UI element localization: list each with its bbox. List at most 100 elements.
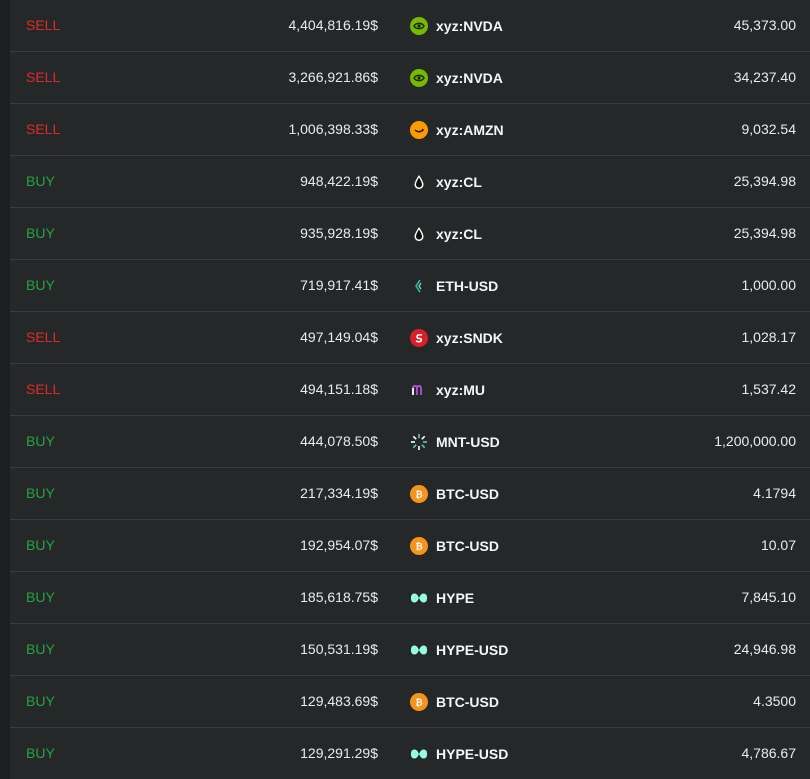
nvda-icon [410, 16, 428, 35]
table-row[interactable]: BUY 719,917.41$ ETH-USD 1,000.00 [10, 260, 810, 312]
hype-icon [410, 641, 428, 659]
asset-name: HYPE [436, 589, 475, 606]
asset-name: xyz:SNDK [436, 329, 503, 346]
trade-quantity: 4.1794 [753, 485, 796, 501]
btc-icon: ₿ [410, 484, 428, 503]
table-row[interactable]: SELL 3,266,921.86$ xyz:NVDA 34,237.40 [10, 52, 810, 104]
table-row[interactable]: BUY 129,291.29$ HYPE-USD 4,786.67 [10, 728, 810, 779]
eth-icon [410, 277, 428, 295]
asset-name: xyz:CL [436, 225, 482, 242]
sndk-icon [410, 328, 428, 347]
trade-value: 192,954.07$ [300, 537, 378, 553]
trade-side: BUY [26, 693, 55, 709]
asset-name: xyz:CL [436, 173, 482, 190]
hype-icon [410, 745, 428, 763]
trade-value: 497,149.04$ [300, 329, 378, 345]
trade-side: BUY [26, 745, 55, 761]
trade-quantity: 45,373.00 [733, 17, 796, 33]
trade-quantity: 25,394.98 [733, 173, 796, 189]
mu-icon [410, 381, 428, 399]
table-row[interactable]: BUY 217,334.19$ ₿ BTC-USD 4.1794 [10, 468, 810, 520]
trade-quantity: 10.07 [760, 537, 796, 553]
table-row[interactable]: BUY 185,618.75$ HYPE 7,845.10 [10, 572, 810, 624]
trade-asset[interactable]: xyz:SNDK [410, 312, 503, 363]
oil-drop-icon [410, 225, 428, 243]
trade-asset[interactable]: MNT-USD [410, 416, 500, 467]
trade-side: BUY [26, 173, 55, 189]
table-row[interactable]: SELL 1,006,398.33$ xyz:AMZN 9,032.54 [10, 104, 810, 156]
asset-name: HYPE-USD [436, 641, 509, 658]
asset-name: xyz:MU [436, 381, 486, 398]
btc-icon: ₿ [410, 536, 428, 555]
trade-asset[interactable]: xyz:AMZN [410, 104, 504, 155]
trade-side: SELL [26, 381, 61, 397]
table-row[interactable]: SELL 4,404,816.19$ xyz:NVDA 45,373.00 [10, 0, 810, 52]
trade-asset[interactable]: xyz:NVDA [410, 52, 503, 103]
asset-name: BTC-USD [436, 485, 499, 502]
trade-asset[interactable]: xyz:MU [410, 364, 485, 415]
trade-value: 3,266,921.86$ [288, 69, 378, 85]
oil-drop-icon [410, 173, 428, 191]
trade-asset[interactable]: HYPE [410, 572, 474, 623]
table-row[interactable]: BUY 935,928.19$ xyz:CL 25,394.98 [10, 208, 810, 260]
table-row[interactable]: SELL 497,149.04$ xyz:SNDK 1,028.17 [10, 312, 810, 364]
trade-asset[interactable]: ETH-USD [410, 260, 498, 311]
trade-quantity: 7,845.10 [741, 589, 797, 605]
trade-value: 217,334.19$ [300, 485, 378, 501]
trade-side: SELL [26, 329, 61, 345]
trade-asset[interactable]: xyz:CL [410, 156, 482, 207]
trade-quantity: 25,394.98 [733, 225, 796, 241]
trade-quantity: 4,786.67 [741, 745, 797, 761]
btc-icon: ₿ [410, 692, 428, 711]
trade-quantity: 1,028.17 [741, 329, 797, 345]
asset-name: HYPE-USD [436, 745, 509, 762]
hype-icon [410, 589, 428, 607]
trade-value: 185,618.75$ [300, 589, 378, 605]
trade-quantity: 1,537.42 [741, 381, 797, 397]
trade-value: 935,928.19$ [300, 225, 378, 241]
trade-side: SELL [26, 69, 61, 85]
trade-asset[interactable]: HYPE-USD [410, 624, 508, 675]
trade-asset[interactable]: ₿ BTC-USD [410, 676, 499, 727]
table-row[interactable]: SELL 494,151.18$ xyz:MU 1,537.42 [10, 364, 810, 416]
trade-quantity: 24,946.98 [733, 641, 796, 657]
trade-side: BUY [26, 433, 55, 449]
nvda-icon [410, 68, 428, 87]
table-row[interactable]: BUY 444,078.50$ MNT-USD 1,200,000.00 [10, 416, 810, 468]
asset-name: xyz:NVDA [436, 17, 503, 34]
trade-side: BUY [26, 537, 55, 553]
trade-value: 129,483.69$ [300, 693, 378, 709]
table-row[interactable]: BUY 948,422.19$ xyz:CL 25,394.98 [10, 156, 810, 208]
asset-name: xyz:NVDA [436, 69, 503, 86]
trade-value: 129,291.29$ [300, 745, 378, 761]
asset-name: BTC-USD [436, 693, 499, 710]
trade-quantity: 4.3500 [753, 693, 796, 709]
table-row[interactable]: BUY 150,531.19$ HYPE-USD 24,946.98 [10, 624, 810, 676]
trade-asset[interactable]: ₿ BTC-USD [410, 468, 499, 519]
trade-asset[interactable]: HYPE-USD [410, 728, 508, 779]
trade-value: 1,006,398.33$ [288, 121, 378, 137]
trade-side: SELL [26, 17, 61, 33]
amzn-icon [410, 120, 428, 139]
trade-side: BUY [26, 589, 55, 605]
asset-name: BTC-USD [436, 537, 499, 554]
trade-asset[interactable]: xyz:NVDA [410, 0, 503, 51]
trade-asset[interactable]: ₿ BTC-USD [410, 520, 499, 571]
trade-value: 444,078.50$ [300, 433, 378, 449]
trade-quantity: 1,000.00 [741, 277, 797, 293]
trade-asset[interactable]: xyz:CL [410, 208, 482, 259]
trade-value: 494,151.18$ [300, 381, 378, 397]
table-row[interactable]: BUY 192,954.07$ ₿ BTC-USD 10.07 [10, 520, 810, 572]
mnt-icon [410, 433, 428, 451]
trades-table: SELL 4,404,816.19$ xyz:NVDA 45,373.00 SELL 3,… [10, 0, 810, 779]
svg-text:₿: ₿ [415, 489, 422, 500]
trade-side: BUY [26, 225, 55, 241]
svg-text:₿: ₿ [415, 697, 422, 708]
trade-quantity: 34,237.40 [733, 69, 796, 85]
trade-side: BUY [26, 485, 55, 501]
trade-value: 719,917.41$ [300, 277, 378, 293]
trade-value: 4,404,816.19$ [288, 17, 378, 33]
table-row[interactable]: BUY 129,483.69$ ₿ BTC-USD 4.3500 [10, 676, 810, 728]
trade-side: BUY [26, 277, 55, 293]
asset-name: ETH-USD [436, 277, 499, 294]
